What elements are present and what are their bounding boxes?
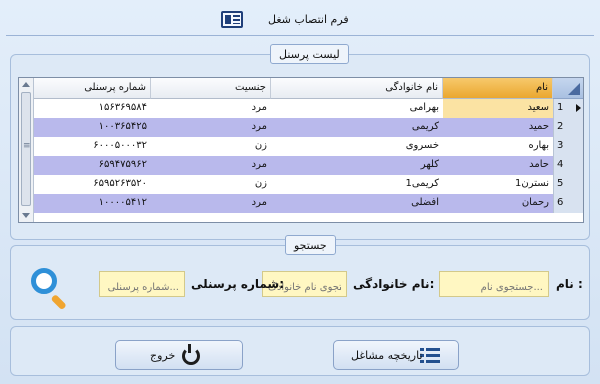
column-header-gender[interactable]: جنسیت <box>151 78 271 99</box>
cell-name: نسترن1 <box>515 178 549 189</box>
list-icon <box>420 348 440 363</box>
scroll-down-icon[interactable] <box>22 213 30 218</box>
cell-personnel-no: ۱۰۰۳۶۵۴۲۵ <box>98 121 147 132</box>
grid-vertical-scrollbar[interactable] <box>19 78 34 222</box>
cell-gender: مرد <box>251 159 267 170</box>
personnel-list-group: لیست پرسنل شماره پرسنلی جنسیت نام خانواد… <box>10 44 590 240</box>
cell-personnel-no: ۶۵۹۵۲۶۳۵۲۰ <box>93 178 147 189</box>
exit-label: خروج <box>150 349 176 362</box>
exit-button[interactable]: خروج <box>115 340 243 370</box>
cell-family: کلهر <box>420 159 439 170</box>
personnel-no-search-input[interactable] <box>99 271 185 297</box>
scroll-up-icon[interactable] <box>22 82 30 87</box>
scroll-thumb[interactable] <box>21 92 31 206</box>
cell-personnel-no: ۱۰۰۰۰۵۴۱۲ <box>98 197 147 208</box>
search-handle <box>50 294 67 311</box>
table-row[interactable]: ۱۰۰۰۰۵۴۱۲ مرد افضلی رحمان 6 <box>34 194 583 213</box>
name-label: نام : <box>556 277 583 291</box>
cell-family: بهرامی <box>409 102 439 113</box>
table-row[interactable]: ۶۵۹۴۷۵۹۶۲ مرد کلهر حامد 4 <box>34 156 583 175</box>
cell-personnel-no: ۱۵۶۳۶۹۵۸۴ <box>98 102 147 113</box>
personnel-grid[interactable]: شماره پرسنلی جنسیت نام خانوادگی نام ۱۵۶۳… <box>18 77 584 223</box>
row-header[interactable]: 1 <box>553 99 583 118</box>
cell-family: افضلی <box>411 197 439 208</box>
column-header-name[interactable]: نام <box>443 78 553 99</box>
cell-gender: زن <box>254 178 267 189</box>
cell-name: رحمان <box>521 197 549 208</box>
search-lens <box>31 268 57 294</box>
table-row[interactable]: ۱۵۶۳۶۹۵۸۴ مرد بهرامی سعید 1 <box>34 99 583 118</box>
family-label: نام خانوادگی: <box>353 277 435 291</box>
search-icon[interactable] <box>31 268 71 311</box>
search-legend: جستجو <box>285 235 336 255</box>
search-group: جستجو نام : نام خانوادگی: شماره پرسنلی: <box>10 235 590 320</box>
select-all-corner[interactable] <box>553 78 583 99</box>
job-assignment-window: فرم انتصاب شغل لیست پرسنل شماره پرسنلی ج… <box>0 0 600 384</box>
power-icon <box>182 344 200 365</box>
cell-family: خسروی <box>405 140 439 151</box>
title-divider <box>6 35 594 36</box>
cell-name: حمید <box>528 121 549 132</box>
cell-personnel-no: ۶۰۰۰۵۰۰۰۳۲ <box>93 140 147 151</box>
personnel-no-label: شماره پرسنلی: <box>191 277 285 291</box>
cell-name: سعید <box>443 99 553 118</box>
title-bar: فرم انتصاب شغل <box>0 8 600 32</box>
table-row[interactable]: ۶۰۰۰۵۰۰۰۳۲ زن خسروی بهاره 3 <box>34 137 583 156</box>
row-header[interactable]: 6 <box>553 194 583 213</box>
cell-gender: مرد <box>251 102 267 113</box>
job-history-label: تاریخچه مشاغل <box>351 349 423 362</box>
table-row[interactable]: ۶۵۹۵۲۶۳۵۲۰ زن کریمی1 نسترن1 5 <box>34 175 583 194</box>
actions-group: تاریخچه مشاغل خروج <box>10 326 590 376</box>
cell-family: کریمی1 <box>405 178 439 189</box>
cell-personnel-no: ۶۵۹۴۷۵۹۶۲ <box>98 159 147 170</box>
row-header[interactable]: 5 <box>553 175 583 194</box>
column-header-family[interactable]: نام خانوادگی <box>271 78 443 99</box>
name-search-input[interactable] <box>439 271 549 297</box>
cell-name: بهاره <box>528 140 549 151</box>
row-header[interactable]: 4 <box>553 156 583 175</box>
cell-gender: مرد <box>251 197 267 208</box>
cell-name: حامد <box>529 159 549 170</box>
job-history-button[interactable]: تاریخچه مشاغل <box>333 340 459 370</box>
column-header-personnel-no[interactable]: شماره پرسنلی <box>34 78 151 99</box>
cell-gender: مرد <box>251 121 267 132</box>
table-row[interactable]: ۱۰۰۳۶۵۴۲۵ مرد کریمی حمید 2 <box>34 118 583 137</box>
row-header[interactable]: 2 <box>553 118 583 137</box>
newspaper-icon <box>221 11 243 28</box>
cell-gender: زن <box>254 140 267 151</box>
row-header[interactable]: 3 <box>553 137 583 156</box>
cell-family: کریمی <box>411 121 439 132</box>
personnel-list-legend: لیست پرسنل <box>270 44 349 64</box>
window-title: فرم انتصاب شغل <box>268 13 349 26</box>
